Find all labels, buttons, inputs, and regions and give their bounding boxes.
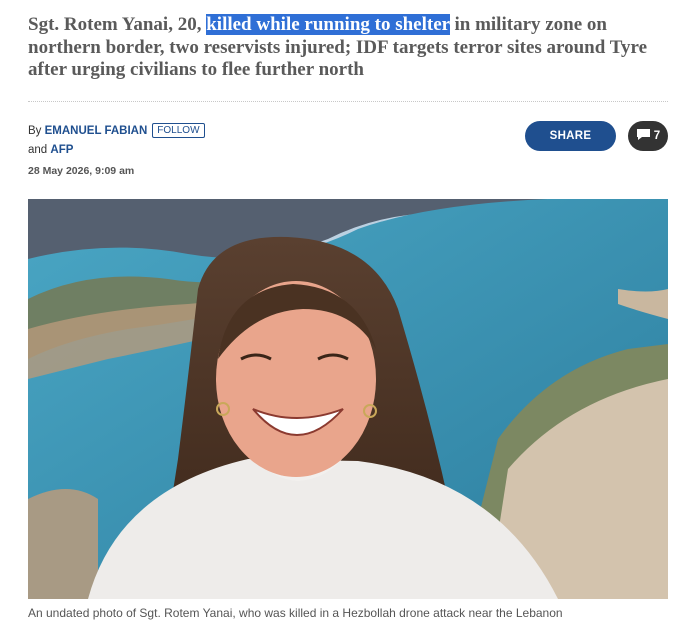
divider [28,101,668,102]
article-headline: Sgt. Rotem Yanai, 20, killed while runni… [28,14,668,82]
comments-button[interactable]: 7 [628,121,668,151]
byline-prefix: By [28,125,42,137]
comment-bubble-icon [636,128,651,144]
share-button[interactable]: SHARE [525,121,616,151]
photo-caption: An undated photo of Sgt. Rotem Yanai, wh… [28,606,563,620]
headline-text-start: Sgt. Rotem Yanai, 20, [28,14,207,35]
follow-button[interactable]: FOLLOW [152,123,205,138]
article-photo [28,199,668,599]
headline-selected-text: killed while running to shelter [206,14,450,35]
share-label: SHARE [549,130,592,142]
author-link-emanuel-fabian[interactable]: EMANUEL FABIAN [45,125,148,137]
comment-count: 7 [653,130,661,142]
byline-and: and [28,144,48,156]
byline-secondary: and AFP [28,144,73,156]
byline: By EMANUEL FABIAN FOLLOW [28,123,205,138]
publish-date: 28 May 2026, 9:09 am [28,165,135,177]
author-link-afp[interactable]: AFP [50,144,73,156]
